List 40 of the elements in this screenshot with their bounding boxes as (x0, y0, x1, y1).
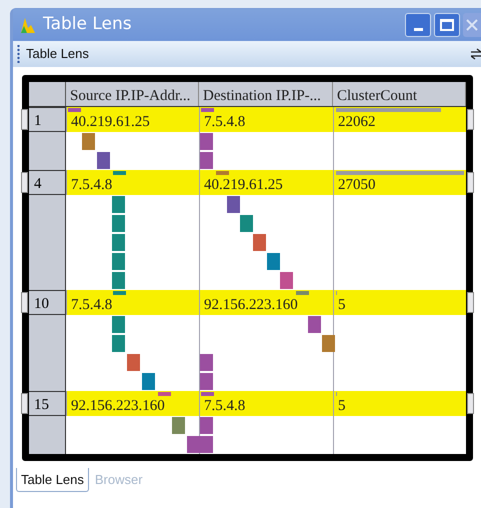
row-header-blank (29, 132, 66, 170)
minimize-icon (414, 28, 422, 31)
table-cell: 92.156.223.160 (66, 391, 199, 416)
maximize-button[interactable] (434, 13, 460, 37)
swap-arrows-icon[interactable] (471, 48, 481, 60)
row-handle[interactable] (21, 109, 28, 130)
table-cell: 7.5.4.8 (199, 107, 333, 132)
maximize-icon (440, 19, 454, 31)
table-cell: 5 (333, 290, 466, 315)
column-header[interactable]: Destination IP.IP-... (199, 82, 333, 106)
minimize-button[interactable] (405, 13, 431, 37)
view-tab[interactable]: Table Lens (16, 468, 89, 492)
row-handle[interactable] (467, 172, 474, 193)
row-handle[interactable] (467, 393, 474, 414)
table-cell: 40.219.61.25 (66, 107, 199, 132)
table-cell: 22062 (333, 107, 466, 132)
row-handle[interactable] (21, 292, 28, 313)
row-number: 10 (29, 290, 66, 315)
column-header[interactable]: Source IP.IP-Addr... (66, 82, 199, 106)
close-icon (466, 19, 478, 31)
row-handle[interactable] (21, 393, 28, 414)
table-cell: 7.5.4.8 (199, 391, 333, 416)
row-number: 15 (29, 391, 66, 416)
table-cell: 40.219.61.25 (199, 170, 333, 195)
row-handle[interactable] (21, 172, 28, 193)
table-cell: 5 (333, 391, 466, 416)
column-header[interactable]: ClusterCount (333, 82, 466, 106)
row-number: 1 (29, 107, 66, 132)
table-cell: 92.156.223.160 (199, 290, 333, 315)
table-cell: 27050 (333, 170, 466, 195)
row-number: 4 (29, 170, 66, 195)
table-cell: 7.5.4.8 (66, 170, 199, 195)
table-cell: 7.5.4.8 (66, 290, 199, 315)
view-title: Table Lens (26, 45, 89, 64)
row-header-blank (29, 416, 66, 454)
row-handle[interactable] (467, 109, 474, 130)
row-handle[interactable] (467, 292, 474, 313)
window-title: Table Lens (43, 13, 132, 36)
grip-icon (17, 45, 20, 63)
app-logo-icon (19, 16, 37, 34)
